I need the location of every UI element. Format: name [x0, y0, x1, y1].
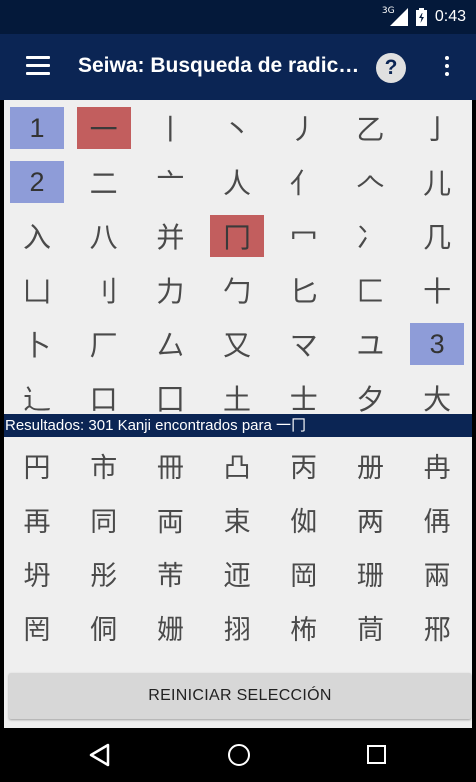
kanji-cell[interactable]: 束 — [210, 498, 264, 540]
radical-cell[interactable]: ユ — [343, 323, 397, 365]
radical-cell[interactable]: 几 — [410, 215, 464, 257]
app-bar: Seiwa: Busqueda de radicales ? — [0, 34, 476, 100]
radical-grid: 1一丨丶丿乙亅 2二亠人亻𠆢儿入八并冂冖冫几凵刂力勹匕匚十卜厂厶又マユ3 辶口囗土士… — [4, 107, 472, 414]
main-content: 1一丨丶丿乙亅 2二亠人亻𠆢儿入八并冂冖冫几凵刂力勹匕匚十卜厂厶又マユ3 辶口囗土士… — [4, 100, 472, 728]
radical-cell[interactable]: 大 — [410, 377, 464, 414]
radical-cell[interactable]: 并 — [143, 215, 197, 257]
kanji-cell[interactable]: 岡 — [277, 552, 331, 594]
back-icon[interactable] — [88, 743, 112, 767]
radical-cell[interactable]: 儿 — [410, 161, 464, 203]
radical-cell[interactable]: 亅 — [410, 107, 464, 149]
radical-cell[interactable]: 丶 — [210, 107, 264, 149]
radical-cell[interactable]: 夕 — [343, 377, 397, 414]
kanji-cell[interactable]: 凸 — [210, 444, 264, 486]
radical-cell[interactable]: 冫 — [343, 215, 397, 257]
kanji-cell[interactable]: 珊 — [343, 552, 397, 594]
radical-cell[interactable]: マ — [277, 323, 331, 365]
kanji-cell[interactable]: 芾 — [143, 552, 197, 594]
stroke-count-header: 1 — [10, 107, 64, 149]
radical-cell[interactable]: 一 — [76, 107, 131, 149]
radical-cell[interactable]: 刂 — [77, 269, 131, 311]
radical-cell[interactable]: 人 — [210, 161, 264, 203]
radical-cell[interactable]: 囗 — [143, 377, 197, 414]
radical-cell[interactable]: 冖 — [277, 215, 331, 257]
kanji-cell[interactable]: 坍 — [10, 552, 64, 594]
kanji-cell[interactable]: 同 — [77, 498, 131, 540]
radical-cell[interactable]: 凵 — [10, 269, 64, 311]
recent-apps-icon[interactable] — [367, 745, 386, 764]
radical-cell[interactable]: 入 — [10, 215, 64, 257]
navigation-bar — [0, 728, 476, 782]
radical-cell[interactable]: 二 — [77, 161, 131, 203]
radical-cell[interactable]: 士 — [277, 377, 331, 414]
kanji-cell[interactable]: 册 — [343, 444, 397, 486]
radical-cell[interactable]: 力 — [143, 269, 197, 311]
kanji-cell[interactable]: 円 — [10, 444, 64, 486]
reset-selection-button[interactable]: REINICIAR SELECCIÓN — [9, 673, 471, 719]
radical-cell[interactable]: 𠆢 — [343, 161, 397, 203]
radical-cell[interactable]: 匕 — [277, 269, 331, 311]
radical-cell[interactable]: 亻 — [277, 161, 331, 203]
radical-cell[interactable]: 冂 — [210, 215, 265, 257]
menu-icon[interactable] — [26, 56, 50, 76]
battery-icon — [415, 8, 427, 26]
kanji-cell[interactable]: 侞 — [277, 498, 331, 540]
radical-cell[interactable]: 土 — [210, 377, 264, 414]
radical-cell[interactable]: 厂 — [77, 323, 131, 365]
kanji-cell[interactable]: 丙 — [277, 444, 331, 486]
radical-cell[interactable]: 卜 — [10, 323, 64, 365]
radical-cell[interactable]: 丨 — [143, 107, 197, 149]
kanji-cell[interactable]: 両 — [143, 498, 197, 540]
kanji-cell[interactable]: 冉 — [410, 444, 464, 486]
kanji-cell[interactable]: 冊 — [143, 444, 197, 486]
kanji-cell[interactable]: 兩 — [410, 552, 464, 594]
radical-cell[interactable]: 丿 — [277, 107, 331, 149]
radical-cell[interactable]: 勹 — [210, 269, 264, 311]
radical-cell[interactable]: 口 — [77, 377, 131, 414]
kanji-cell[interactable]: 再 — [10, 498, 64, 540]
kanji-cell[interactable]: 柨 — [277, 606, 331, 648]
radical-cell[interactable]: 乙 — [343, 107, 397, 149]
kanji-cell[interactable]: 两 — [343, 498, 397, 540]
radical-cell[interactable]: 亠 — [143, 161, 197, 203]
radical-cell[interactable]: 厶 — [143, 323, 197, 365]
stroke-count-header: 2 — [10, 161, 64, 203]
kanji-cell[interactable]: 挧 — [210, 606, 264, 648]
radical-cell[interactable]: 又 — [210, 323, 264, 365]
kanji-cell[interactable]: 侢 — [410, 498, 464, 540]
kanji-results-grid: 円市冊凸丙册冉再同両束侞两侢坍彤芾迊岡珊兩罔侗姗挧柨茼郉 — [4, 444, 472, 648]
more-options-icon[interactable] — [440, 56, 454, 78]
radical-cell[interactable]: 匚 — [343, 269, 397, 311]
kanji-cell[interactable]: 郉 — [410, 606, 464, 648]
stroke-count-header: 3 — [410, 323, 465, 365]
home-icon[interactable] — [228, 744, 250, 766]
clock: 0:43 — [434, 8, 466, 25]
signal-icon: 3G — [382, 6, 408, 26]
radical-cell[interactable]: 八 — [77, 215, 131, 257]
status-bar: 3G 0:43 — [0, 0, 476, 34]
kanji-cell[interactable]: 迊 — [210, 552, 264, 594]
kanji-cell[interactable]: 彤 — [77, 552, 131, 594]
help-icon[interactable]: ? — [376, 53, 406, 83]
page-title: Seiwa: Busqueda de radicales — [78, 54, 363, 77]
network-type: 3G — [381, 6, 395, 16]
results-summary: Resultados: 301 Kanji encontrados para 一… — [4, 414, 472, 437]
radical-cell[interactable]: 十 — [410, 269, 464, 311]
kanji-cell[interactable]: 市 — [77, 444, 131, 486]
kanji-cell[interactable]: 姗 — [143, 606, 197, 648]
radical-cell[interactable]: 辶 — [10, 377, 64, 414]
kanji-cell[interactable]: 侗 — [77, 606, 131, 648]
kanji-cell[interactable]: 茼 — [343, 606, 397, 648]
kanji-cell[interactable]: 罔 — [10, 606, 64, 648]
